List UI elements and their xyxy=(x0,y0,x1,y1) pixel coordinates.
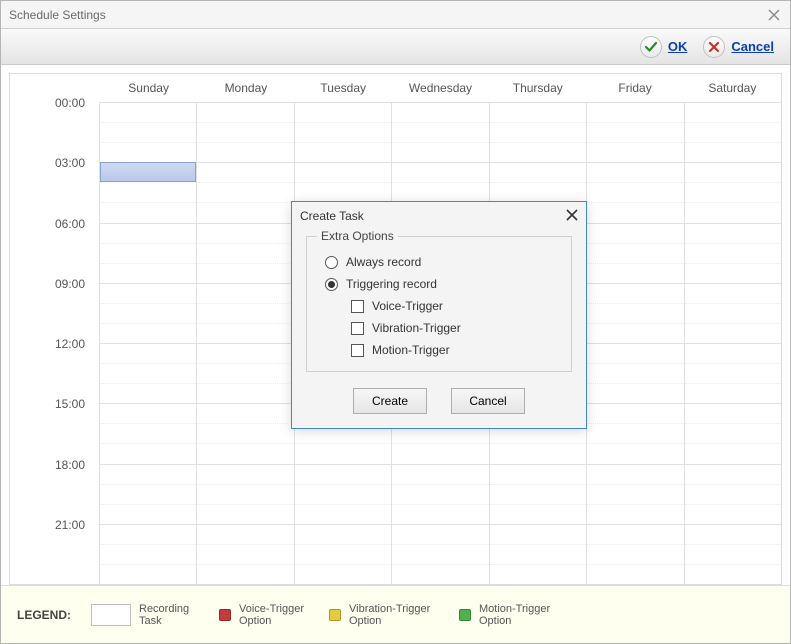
checkbox-icon xyxy=(351,300,364,313)
day-header-thursday: Thursday xyxy=(489,74,586,102)
selected-time-block[interactable] xyxy=(100,162,196,182)
dialog-body: Extra Options Always record Triggering r… xyxy=(292,230,586,428)
triggering-record-radio[interactable]: Triggering record xyxy=(325,277,559,291)
checkbox-icon xyxy=(351,344,364,357)
time-label: 09:00 xyxy=(55,277,85,291)
time-gutter: 00:0003:0006:0009:0012:0015:0018:0021:00 xyxy=(10,102,100,584)
dialog-title: Create Task xyxy=(300,209,364,223)
legend-motion-trigger: Motion-Trigger Option xyxy=(459,603,559,627)
vibration-trigger-label: Vibration-Trigger xyxy=(372,321,461,335)
voice-trigger-label: Voice-Trigger xyxy=(372,299,443,313)
create-button[interactable]: Create xyxy=(353,388,427,414)
legend-recording-task: Recording Task xyxy=(91,603,199,627)
day-column-saturday[interactable] xyxy=(685,102,781,584)
ok-button[interactable]: OK xyxy=(634,34,694,60)
time-label: 15:00 xyxy=(55,397,85,411)
radio-icon xyxy=(325,278,338,291)
dialog-close-icon[interactable] xyxy=(566,209,578,224)
legend-recording-swatch xyxy=(91,604,131,626)
extra-options-title: Extra Options xyxy=(317,229,398,243)
always-record-radio[interactable]: Always record xyxy=(325,255,559,269)
day-header-tuesday: Tuesday xyxy=(295,74,392,102)
trigger-checkbox-list: Voice-Trigger Vibration-Trigger Motion-T… xyxy=(345,299,559,357)
legend-motion-chip xyxy=(459,609,471,621)
day-header-saturday: Saturday xyxy=(684,74,781,102)
triggering-record-label: Triggering record xyxy=(346,277,437,291)
legend-voice-chip xyxy=(219,609,231,621)
day-column-sunday[interactable] xyxy=(100,102,197,584)
motion-trigger-label: Motion-Trigger xyxy=(372,343,450,357)
voice-trigger-checkbox[interactable]: Voice-Trigger xyxy=(351,299,559,313)
check-icon xyxy=(640,36,662,58)
action-bar: OK Cancel xyxy=(1,29,790,65)
legend-bar: LEGEND: Recording Task Voice-Trigger Opt… xyxy=(1,585,790,643)
create-task-dialog: Create Task Extra Options Always record … xyxy=(291,201,587,429)
day-header-sunday: Sunday xyxy=(100,74,197,102)
day-header-friday: Friday xyxy=(586,74,683,102)
motion-trigger-checkbox[interactable]: Motion-Trigger xyxy=(351,343,559,357)
time-label: 03:00 xyxy=(55,156,85,170)
time-label: 12:00 xyxy=(55,337,85,351)
always-record-label: Always record xyxy=(346,255,421,269)
legend-voice-label: Voice-Trigger Option xyxy=(239,603,309,627)
window-title: Schedule Settings xyxy=(9,1,106,29)
window-titlebar: Schedule Settings xyxy=(1,1,790,29)
checkbox-icon xyxy=(351,322,364,335)
day-header-row: Sunday Monday Tuesday Wednesday Thursday… xyxy=(10,74,781,102)
cancel-label: Cancel xyxy=(731,39,774,54)
radio-icon xyxy=(325,256,338,269)
schedule-settings-window: Schedule Settings OK Cancel Sunday Monda… xyxy=(0,0,791,644)
extra-options-group: Extra Options Always record Triggering r… xyxy=(306,236,572,372)
x-icon xyxy=(703,36,725,58)
legend-title: LEGEND: xyxy=(17,608,71,622)
day-header-wednesday: Wednesday xyxy=(392,74,489,102)
window-close-icon[interactable] xyxy=(766,7,782,23)
dialog-actions: Create Cancel xyxy=(306,388,572,414)
day-column-monday[interactable] xyxy=(197,102,294,584)
time-label: 18:00 xyxy=(55,458,85,472)
vibration-trigger-checkbox[interactable]: Vibration-Trigger xyxy=(351,321,559,335)
day-column-friday[interactable] xyxy=(587,102,684,584)
cancel-button[interactable]: Cancel xyxy=(697,34,780,60)
time-label: 00:00 xyxy=(55,96,85,110)
dialog-cancel-button[interactable]: Cancel xyxy=(451,388,525,414)
legend-vibration-chip xyxy=(329,609,341,621)
dialog-titlebar: Create Task xyxy=(292,202,586,230)
legend-vibration-trigger: Vibration-Trigger Option xyxy=(329,603,439,627)
day-header-monday: Monday xyxy=(197,74,294,102)
legend-recording-label: Recording Task xyxy=(139,603,199,627)
time-label: 06:00 xyxy=(55,217,85,231)
time-label: 21:00 xyxy=(55,518,85,532)
legend-vibration-label: Vibration-Trigger Option xyxy=(349,603,439,627)
legend-motion-label: Motion-Trigger Option xyxy=(479,603,559,627)
ok-label: OK xyxy=(668,39,688,54)
legend-voice-trigger: Voice-Trigger Option xyxy=(219,603,309,627)
